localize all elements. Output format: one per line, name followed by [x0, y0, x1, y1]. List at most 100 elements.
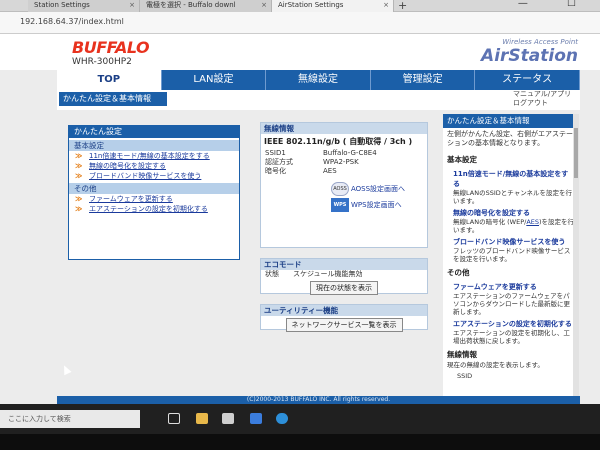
- help-basic-heading: 基本設定: [447, 155, 477, 164]
- manual-link[interactable]: マニュアル/アプリ: [513, 90, 571, 99]
- subnav-right-links: マニュアル/アプリ ログアウト: [513, 90, 571, 108]
- easy-setup-panel: かんたん設定 基本設定 ≫ 11n倍速モード/無線の基本設定をする ≫ 無線の暗号化…: [68, 125, 240, 260]
- utility-box: ユーティリティー機能 ネットワークサービス一覧を表示: [260, 304, 428, 332]
- nav-status[interactable]: ステータス: [475, 70, 580, 90]
- help-ssid-label: SSID: [457, 372, 473, 380]
- help-scrollbar[interactable]: [573, 114, 579, 404]
- show-current-status-button[interactable]: 現在の状態を表示: [310, 281, 378, 295]
- aoss-icon: AOSS: [331, 182, 349, 196]
- url-text[interactable]: 192.168.64.37/index.html: [20, 17, 124, 26]
- section-basic-settings: 基本設定: [69, 140, 239, 151]
- close-icon[interactable]: ×: [261, 0, 267, 11]
- aes-link[interactable]: AES: [526, 218, 539, 226]
- nav-lan-settings[interactable]: LAN設定: [162, 70, 267, 90]
- help-intro: 左側がかんたん設定、右側がエアステーションの基本情報となります。: [447, 130, 573, 147]
- link-factory-reset[interactable]: ≫ エアステーションの設定を初期化する: [69, 204, 239, 214]
- help-title: かんたん設定＆基本情報: [443, 114, 579, 128]
- nav-wireless-settings[interactable]: 無線設定: [266, 70, 371, 90]
- footer-copyright: (C)2000-2013 BUFFALO INC. All rights res…: [57, 396, 580, 404]
- buffalo-logo: BUFFALO: [72, 38, 150, 57]
- help-panel: かんたん設定＆基本情報 左側がかんたん設定、右側がエアステーションの基本情報とな…: [443, 114, 579, 404]
- panel-title: かんたん設定: [69, 126, 239, 138]
- double-arrow-icon: ≫: [75, 172, 83, 180]
- wps-icon: WPS: [331, 198, 349, 212]
- help-wireless-desc: 現在の無線の設定を表示します。: [447, 361, 544, 369]
- brand-subtitle: Wireless Access Point: [502, 38, 578, 46]
- router-admin-page: BUFFALO WHR-300HP2 Wireless Access Point…: [0, 34, 600, 404]
- airstation-logo: AirStation: [481, 46, 578, 66]
- eco-mode-box: エコモード 状態 スケジュール機能無効 現在の状態を表示: [260, 258, 428, 295]
- wireless-mode: IEEE 802.11n/g/b ( 自動取得 / 3ch ): [264, 137, 413, 146]
- aoss-label: AOSS設定画面へ: [351, 185, 406, 193]
- sub-nav: かんたん設定＆基本情報 マニュアル/アプリ ログアウト: [57, 90, 580, 110]
- scrollbar-thumb[interactable]: [574, 128, 578, 178]
- windows-taskbar: ここに入力して検索: [0, 404, 600, 434]
- help-item-desc: 無線LANのSSIDとチャンネルを設定を行います。: [453, 189, 573, 205]
- wireless-info-box: 無線情報 IEEE 802.11n/g/b ( 自動取得 / 3ch ) SSI…: [260, 122, 428, 248]
- store-icon[interactable]: [222, 413, 234, 424]
- kv-ssid: SSID1 Buffalo-G-C8E4: [265, 149, 377, 157]
- kv-auth: 認証方式 WPA2-PSK: [265, 158, 359, 166]
- wireless-info-title: 無線情報: [261, 123, 427, 134]
- wps-label: WPS設定画面へ: [351, 201, 402, 209]
- link-label: エアステーションの設定を初期化する: [89, 205, 208, 213]
- subnav-easy-setup[interactable]: かんたん設定＆基本情報: [59, 92, 167, 106]
- help-item-desc: フレッツのブロードバンド映像サービスを設定を行います。: [453, 247, 571, 263]
- eco-mode-title: エコモード: [261, 259, 427, 270]
- utility-title: ユーティリティー機能: [261, 305, 427, 316]
- help-item-title: 無線の暗号化を設定する: [453, 209, 530, 217]
- link-firmware-update[interactable]: ≫ ファームウェアを更新する: [69, 194, 239, 204]
- kv-eco-status: 状態 スケジュール機能無効: [265, 270, 363, 278]
- browser-tab-airstation-settings[interactable]: AirStation Settings ×: [272, 0, 394, 12]
- link-label: 11n倍速モード/無線の基本設定をする: [89, 152, 210, 160]
- link-label: 無線の暗号化を設定する: [89, 162, 166, 170]
- aoss-setup-button[interactable]: AOSS AOSS設定画面へ: [331, 182, 427, 196]
- link-label: ファームウェアを更新する: [89, 195, 173, 203]
- double-arrow-icon: ≫: [75, 152, 83, 160]
- file-explorer-icon[interactable]: [196, 413, 208, 424]
- task-view-icon[interactable]: [168, 413, 180, 424]
- taskbar-search-input[interactable]: ここに入力して検索: [0, 410, 140, 428]
- tab-label: AirStation Settings: [278, 1, 344, 9]
- model-name: WHR-300HP2: [72, 57, 132, 67]
- link-broadband-video[interactable]: ≫ ブロードバンド映像サービスを使う: [69, 171, 239, 181]
- address-bar[interactable]: 192.168.64.37/index.html: [0, 12, 600, 34]
- browser-tab-station-settings[interactable]: Station Settings ×: [28, 0, 140, 12]
- logout-link[interactable]: ログアウト: [513, 99, 571, 108]
- main-nav: TOP LAN設定 無線設定 管理設定 ステータス: [57, 70, 580, 90]
- link-encryption-setup[interactable]: ≫ 無線の暗号化を設定する: [69, 161, 239, 171]
- help-item-title: 11n倍速モード/無線の基本設定をする: [453, 170, 569, 188]
- section-other: その他: [69, 183, 239, 194]
- nav-top[interactable]: TOP: [57, 70, 162, 90]
- help-item-desc: エアステーションの設定を初期化し、工場出荷状態に戻します。: [453, 329, 570, 345]
- tab-label: Station Settings: [34, 1, 90, 9]
- window-controls[interactable]: — ☐: [518, 0, 594, 9]
- help-other-heading: その他: [447, 268, 470, 277]
- double-arrow-icon: ≫: [75, 195, 83, 203]
- link-label: ブロードバンド映像サービスを使う: [89, 172, 202, 180]
- app-icon[interactable]: [276, 413, 288, 424]
- help-item-title: ブロードバンド映像サービスを使う: [453, 238, 566, 246]
- help-item-title: エアステーションの設定を初期化する: [453, 320, 572, 328]
- new-tab-button[interactable]: +: [398, 0, 407, 12]
- double-arrow-icon: ≫: [75, 205, 83, 213]
- close-icon[interactable]: ×: [129, 0, 135, 11]
- edge-browser-icon[interactable]: [250, 413, 262, 424]
- network-services-button[interactable]: ネットワークサービス一覧を表示: [285, 318, 403, 332]
- double-arrow-icon: ≫: [75, 162, 83, 170]
- monitor-bezel: [0, 434, 600, 450]
- help-item-title: ファームウェアを更新する: [453, 283, 537, 291]
- kv-encryption: 暗号化 AES: [265, 167, 337, 175]
- nav-admin-settings[interactable]: 管理設定: [371, 70, 476, 90]
- help-item-desc: エアステーションのファームウェアをパソコンからダウンロードした最新版に更新します…: [453, 292, 570, 316]
- link-11n-basic-setup[interactable]: ≫ 11n倍速モード/無線の基本設定をする: [69, 151, 239, 161]
- mouse-cursor-icon: [60, 363, 72, 376]
- help-item-desc: 無線LANの暗号化 (WEP/AES)を設定を行います。: [453, 218, 575, 234]
- help-wireless-heading: 無線情報: [447, 350, 477, 359]
- browser-tabstrip: Station Settings × 電極を選択 - Buffalo downl…: [0, 0, 600, 12]
- info-column: 無線情報 IEEE 802.11n/g/b ( 自動取得 / 3ch ) SSI…: [260, 122, 428, 340]
- close-icon[interactable]: ×: [383, 0, 389, 11]
- browser-tab-buffalo-download[interactable]: 電極を選択 - Buffalo downl ×: [140, 0, 272, 12]
- wps-setup-button[interactable]: WPS WPS設定画面へ: [331, 198, 427, 212]
- header: BUFFALO WHR-300HP2 Wireless Access Point…: [0, 34, 600, 70]
